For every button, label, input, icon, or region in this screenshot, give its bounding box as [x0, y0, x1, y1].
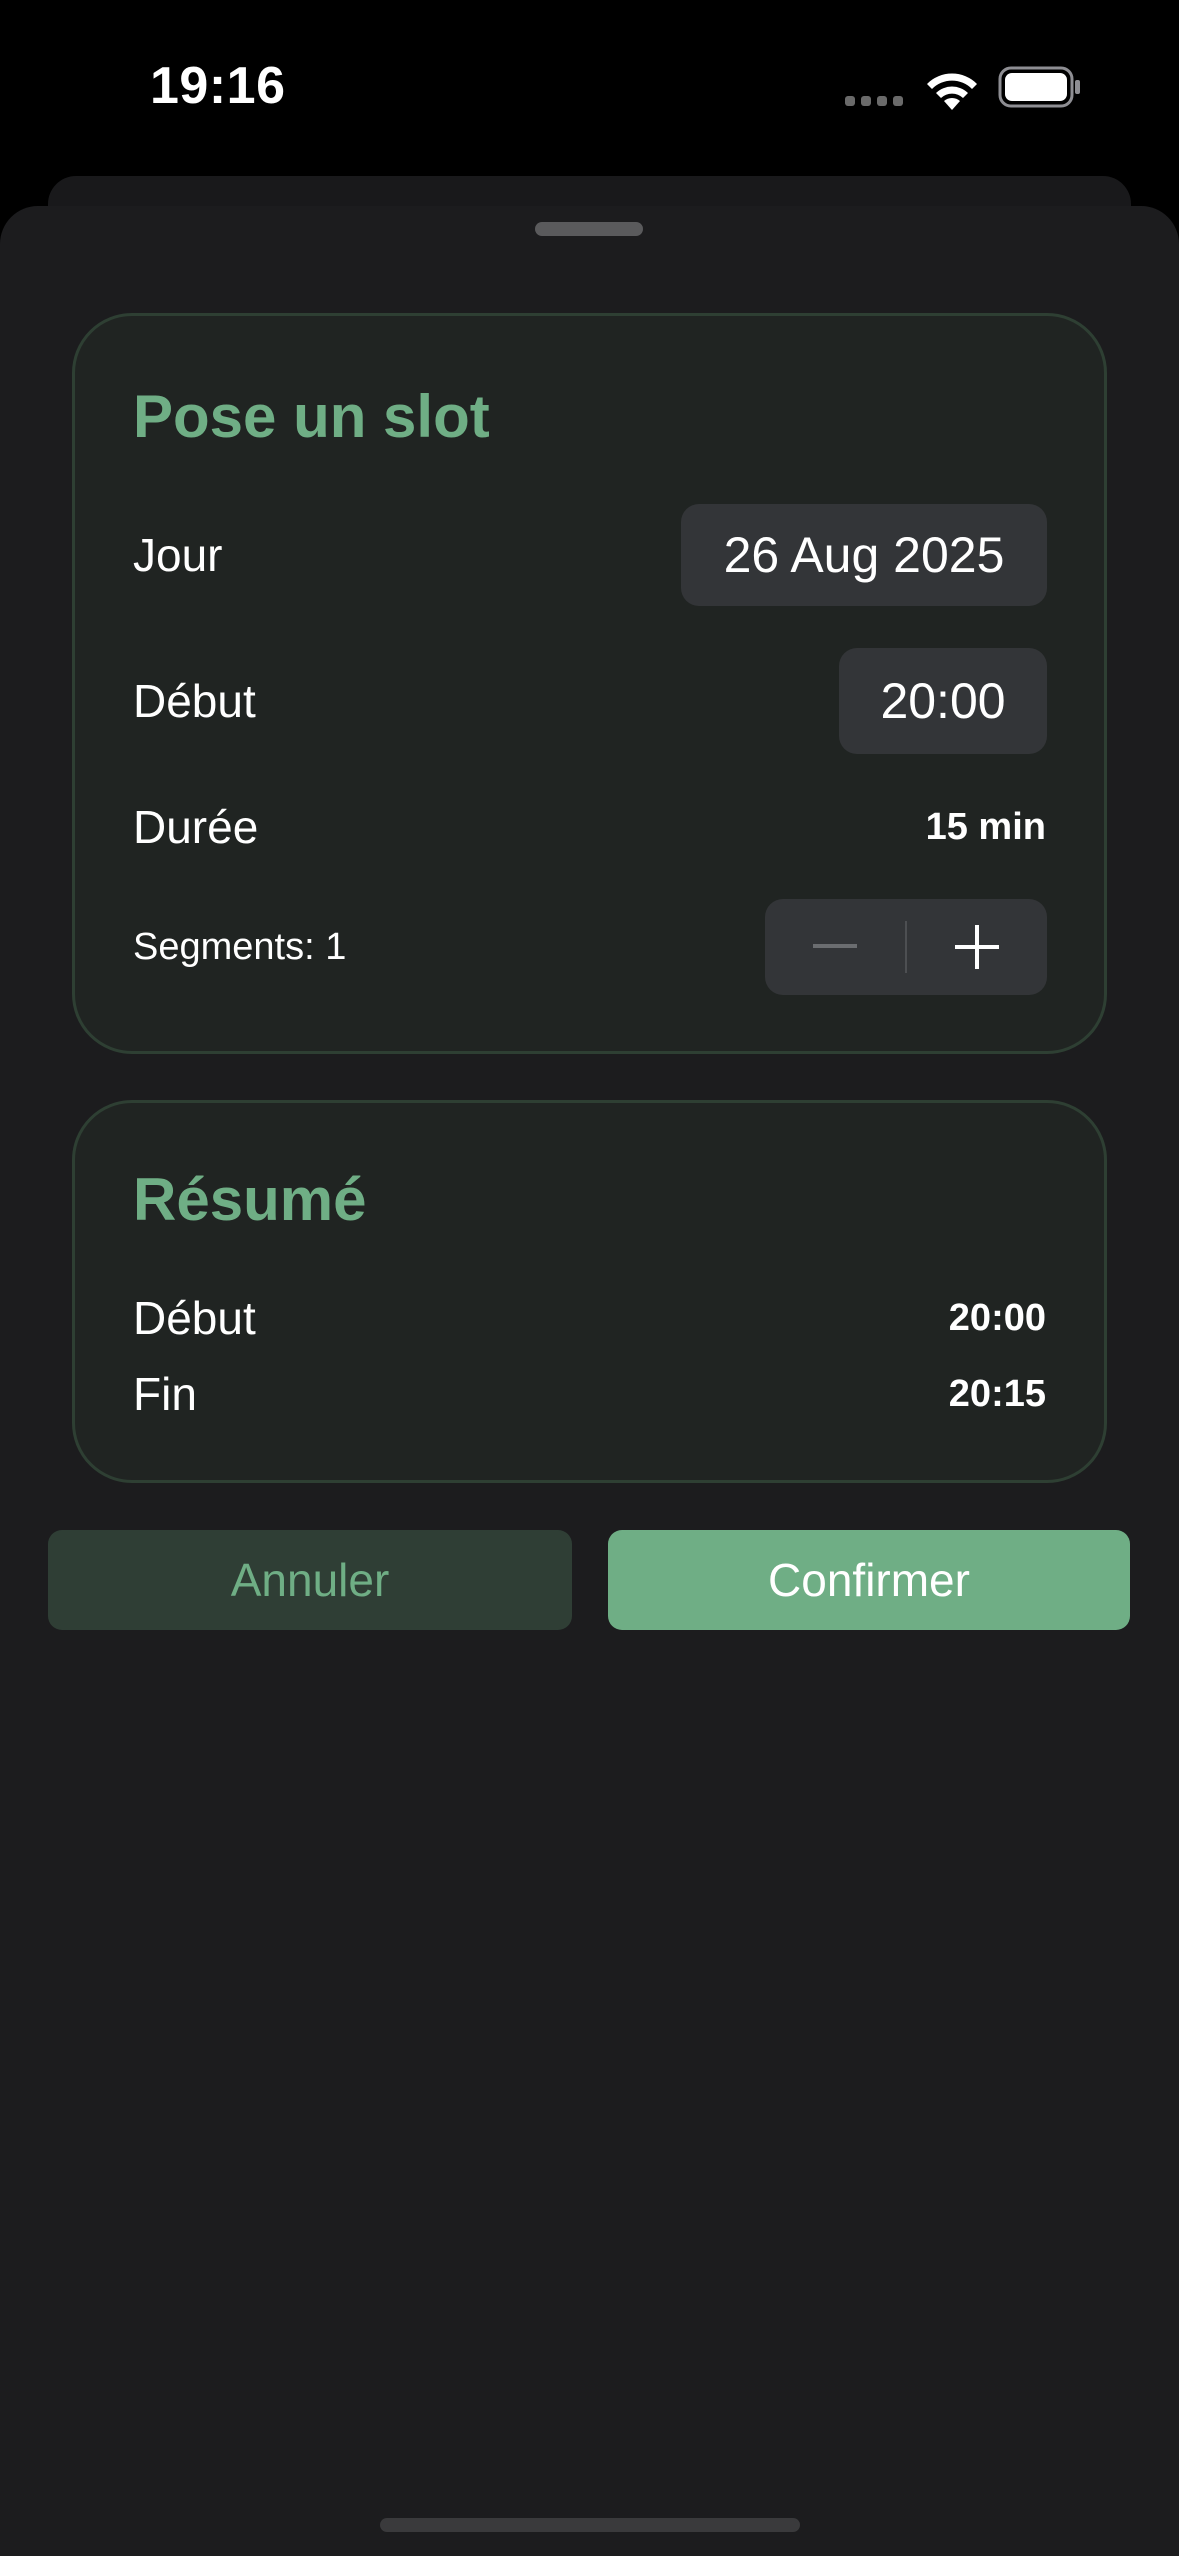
- summary-end-value: 20:15: [948, 1373, 1046, 1415]
- segments-label: Segments: 1: [133, 926, 347, 968]
- start-label: Début: [133, 675, 256, 727]
- start-time-picker[interactable]: 20:00: [839, 648, 1047, 754]
- day-label: Jour: [133, 529, 223, 581]
- plus-icon: [955, 925, 999, 969]
- segments-stepper: [765, 899, 1047, 995]
- increment-button[interactable]: [907, 899, 1047, 995]
- duration-value: 15 min: [925, 806, 1046, 848]
- day-picker[interactable]: 26 Aug 2025: [681, 504, 1047, 606]
- duration-label: Durée: [133, 801, 259, 853]
- summary-start-value: 20:00: [948, 1297, 1046, 1339]
- summary-start-label: Début: [133, 1292, 256, 1344]
- summary-card: Résumé Début 20:00 Fin 20:15: [72, 1100, 1107, 1483]
- summary-title: Résumé: [133, 1166, 367, 1233]
- sheet-grabber[interactable]: [535, 222, 643, 236]
- status-time: 19:16: [150, 57, 286, 115]
- status-bar: 19:16: [0, 0, 1179, 170]
- battery-icon: [998, 66, 1080, 108]
- summary-end-label: Fin: [133, 1368, 197, 1420]
- decrement-button[interactable]: [765, 899, 905, 995]
- minus-icon: [813, 944, 857, 948]
- cancel-button[interactable]: Annuler: [48, 1530, 572, 1630]
- cellular-signal-icon: [845, 96, 903, 106]
- confirm-button[interactable]: Confirmer: [608, 1530, 1130, 1630]
- form-title: Pose un slot: [133, 383, 490, 450]
- home-indicator[interactable]: [380, 2518, 800, 2532]
- slot-form-card: Pose un slot Jour 26 Aug 2025 Début 20:0…: [72, 313, 1107, 1054]
- wifi-icon: [927, 73, 977, 110]
